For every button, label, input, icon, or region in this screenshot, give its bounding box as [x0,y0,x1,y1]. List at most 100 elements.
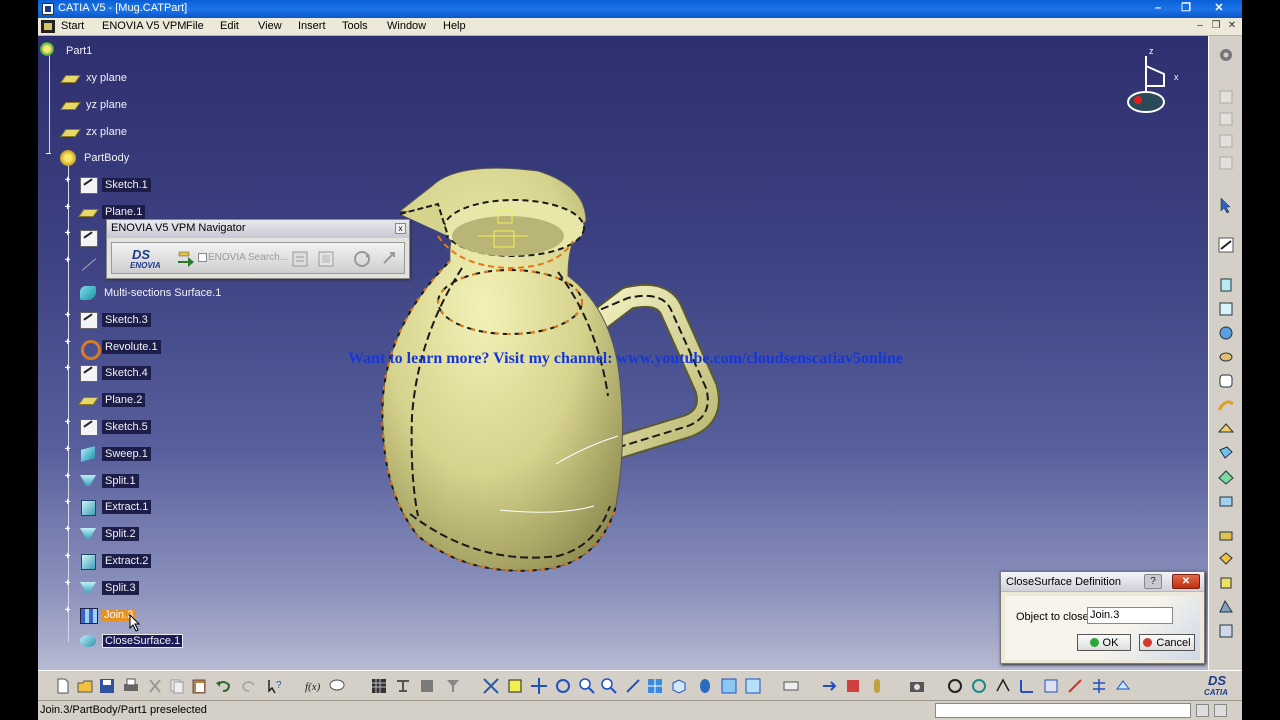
tree-node-extract-2[interactable]: Extract.2 [78,552,152,570]
tree-node-split-3[interactable]: Split.3 [78,579,139,597]
formula-icon[interactable]: f(x) [304,677,322,695]
3d-viewport[interactable]: Want to learn more? Visit my channel: ww… [38,36,1208,670]
sew-surface-icon[interactable] [1217,622,1235,640]
tree-node-multi-sections-surface-1[interactable]: Multi-sections Surface.1 [78,284,223,302]
menu-tools[interactable]: Tools [342,20,368,32]
expand-icon[interactable]: + [63,256,72,266]
tree-node-partbody[interactable]: PartBody [58,149,131,167]
cylinder-icon[interactable] [1217,300,1235,318]
power-input-field[interactable] [935,703,1191,718]
fill-icon[interactable] [1217,420,1235,438]
expand-icon[interactable]: + [63,445,72,455]
blend-icon[interactable] [1217,444,1235,462]
tree-node-revolute-1[interactable]: Revolute.1 [78,338,161,360]
zoom-area-icon[interactable] [506,677,524,695]
tree-root-part1[interactable]: Part1 [40,42,94,60]
tree-structure-icon[interactable] [394,677,412,695]
tree-node-sweep-1[interactable]: Sweep.1 [78,445,151,463]
capture-icon[interactable] [908,677,926,695]
sphere-icon[interactable] [1217,324,1235,342]
whats-this-icon[interactable]: ? [266,677,284,695]
disabled-tool-icon[interactable] [1217,110,1235,128]
paste-icon[interactable] [190,677,208,695]
enovia-logo[interactable]: DS ENOVIA [126,247,174,271]
specification-tree[interactable]: Part1 xy plane yz plane zx plane – PartB… [38,36,398,670]
fit-all-icon[interactable] [482,677,500,695]
comment-icon[interactable] [328,677,346,695]
close-window-button[interactable]: ✕ [1211,1,1227,16]
menu-file[interactable]: File [186,20,204,32]
tree-node-sketch-3[interactable]: Sketch.3 [78,311,151,329]
expand-icon[interactable]: + [63,498,72,508]
tree-node-join-3[interactable]: Join.3 [78,606,136,624]
expand-icon[interactable]: + [63,203,72,213]
dialog-help-button[interactable]: ? [1144,574,1162,589]
menu-start[interactable]: Start [61,20,84,32]
update-icon[interactable] [820,677,838,695]
rotate-icon[interactable] [554,677,572,695]
minimize-button[interactable]: – [1150,1,1166,16]
expand-icon[interactable]: + [63,229,72,239]
dialog-title-bar[interactable]: CloseSurface Definition ? ✕ [1001,572,1204,592]
tree-node-zx-plane[interactable]: zx plane [60,123,129,141]
document-menu-icon[interactable] [41,20,55,33]
tree-node-sketch-5[interactable]: Sketch.5 [78,418,151,436]
expand-icon[interactable]: + [63,338,72,348]
grid-icon[interactable] [370,677,388,695]
tree-node-plane-2[interactable]: Plane.2 [78,391,146,409]
expand-icon[interactable]: + [63,525,72,535]
sweep-icon[interactable] [1217,396,1235,414]
navigator-tree-icon[interactable] [290,249,310,269]
normal-view-icon[interactable] [624,677,642,695]
navigator-grid-icon[interactable] [316,249,336,269]
join-icon[interactable] [1217,468,1235,486]
catalog-icon[interactable] [418,677,436,695]
new-icon[interactable] [54,677,72,695]
print-icon[interactable] [122,677,140,695]
refresh-icon[interactable] [946,677,964,695]
tree-node-split-1[interactable]: Split.1 [78,472,139,490]
menu-insert[interactable]: Insert [298,20,326,32]
collapse-icon[interactable]: – [44,149,53,159]
material-icon[interactable] [868,677,886,695]
gear-icon[interactable] [1217,46,1235,64]
open-icon[interactable] [76,677,94,695]
disabled-tool-icon[interactable] [1217,132,1235,150]
expand-icon[interactable]: + [63,364,72,374]
multi-view-icon[interactable] [646,677,664,695]
tree-node-yz-plane[interactable]: yz plane [60,96,129,114]
scale-icon[interactable] [844,677,862,695]
menu-help[interactable]: Help [443,20,466,32]
pocket-icon[interactable] [1217,550,1235,568]
tree-node-xy-plane[interactable]: xy plane [60,69,129,87]
sketch-icon[interactable] [1217,236,1235,254]
tree-node-sketch-4[interactable]: Sketch.4 [78,364,151,382]
menu-enovia[interactable]: ENOVIA V5 VPM [102,20,186,32]
enovia-navigator-toolbar[interactable]: ENOVIA V5 VPM Navigator x DS ENOVIA ENOV… [106,219,410,279]
offset-icon[interactable] [1217,372,1235,390]
filter-icon[interactable] [444,677,462,695]
doc-close-button[interactable]: ✕ [1226,20,1238,32]
tree-node-guide-curve[interactable] [78,256,106,274]
line-icon[interactable] [1066,677,1084,695]
save-icon[interactable] [98,677,116,695]
revolve-icon[interactable] [1217,348,1235,366]
cut-icon[interactable] [146,677,164,695]
tree-node-closesurface-1[interactable]: CloseSurface.1 [78,632,184,650]
restore-button[interactable]: ❐ [1178,1,1194,16]
cancel-button[interactable]: Cancel [1139,634,1195,651]
expand-icon[interactable]: + [63,552,72,562]
hide-show-icon[interactable] [720,677,738,695]
doc-minimize-button[interactable]: – [1194,20,1206,32]
status-button[interactable] [1196,704,1209,717]
enovia-search-field[interactable]: ENOVIA Search... [208,252,288,263]
menu-edit[interactable]: Edit [220,20,239,32]
expand-icon[interactable]: + [63,606,72,616]
projection-icon[interactable] [1114,677,1132,695]
zoom-in-icon[interactable] [578,677,596,695]
navigator-sync-icon[interactable] [380,249,400,269]
closesurface-definition-dialog[interactable]: CloseSurface Definition ? ✕ Object to cl… [1000,571,1205,664]
shading-icon[interactable] [696,677,714,695]
status-button[interactable] [1214,704,1227,717]
expand-icon[interactable]: + [63,311,72,321]
